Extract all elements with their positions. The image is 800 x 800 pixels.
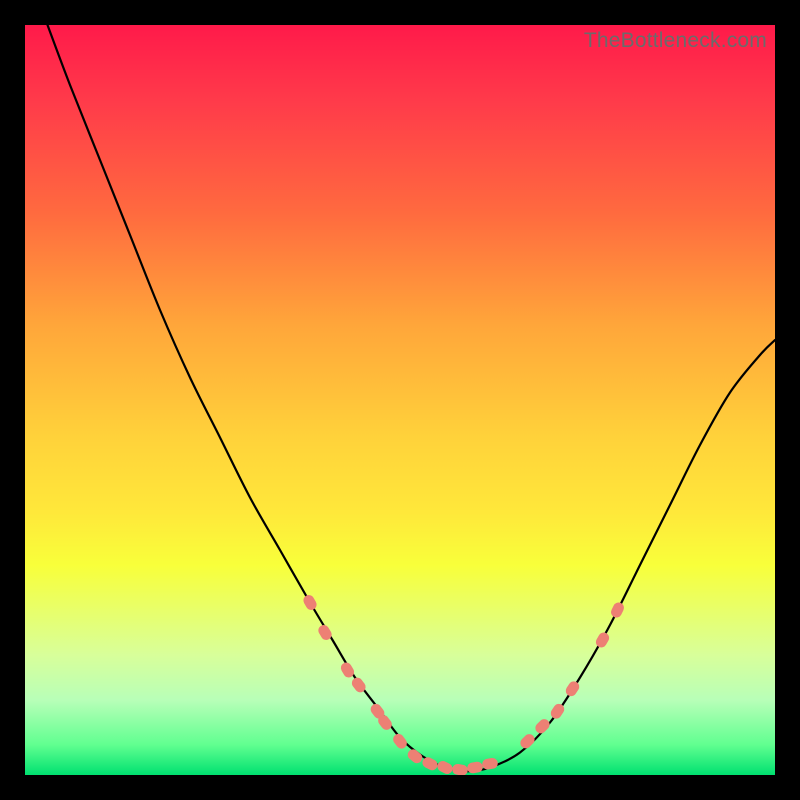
data-marker (533, 717, 552, 736)
data-marker (391, 732, 409, 751)
data-markers (301, 593, 625, 775)
data-marker (301, 593, 318, 612)
bottleneck-curve (48, 25, 776, 771)
data-marker (549, 702, 567, 721)
data-marker (466, 761, 483, 774)
data-marker (594, 631, 611, 650)
data-marker (368, 702, 386, 721)
data-marker (564, 679, 582, 698)
data-marker (339, 661, 356, 680)
data-marker (518, 732, 537, 751)
data-marker (316, 623, 333, 642)
data-marker (481, 757, 498, 770)
curve-layer (25, 25, 775, 775)
plot-area: TheBottleneck.com (25, 25, 775, 775)
data-marker (451, 763, 468, 775)
data-marker (421, 755, 440, 772)
data-marker (406, 747, 425, 765)
data-marker (350, 676, 368, 695)
data-marker (609, 601, 626, 620)
data-marker (376, 713, 394, 732)
watermark-text: TheBottleneck.com (584, 29, 767, 53)
chart-frame: TheBottleneck.com (0, 0, 800, 800)
data-marker (436, 759, 455, 775)
